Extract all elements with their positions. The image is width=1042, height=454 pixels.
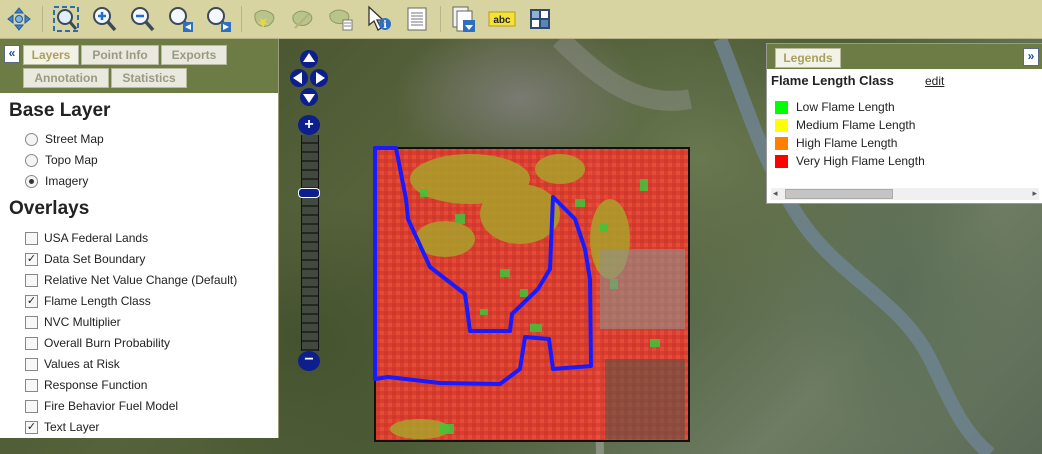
overlay-checkbox[interactable] bbox=[25, 399, 38, 413]
overlay-checkbox[interactable] bbox=[25, 336, 38, 350]
overlay-label: Data Set Boundary bbox=[44, 252, 146, 266]
overlay-checkbox[interactable] bbox=[25, 315, 38, 329]
zoom-handle[interactable] bbox=[298, 188, 320, 198]
pan-up-button bbox=[300, 50, 318, 68]
overlay-item[interactable]: NVC Multiplier bbox=[25, 315, 121, 329]
legend-swatch bbox=[775, 136, 788, 150]
overlay-item[interactable]: USA Federal Lands bbox=[25, 231, 148, 245]
pan-left-button bbox=[290, 69, 308, 87]
radio-street-map[interactable] bbox=[25, 132, 38, 146]
pan-right-button bbox=[310, 69, 328, 87]
overlay-label: NVC Multiplier bbox=[44, 315, 121, 329]
left-panel: « Layers Point Info Exports Annotation S… bbox=[0, 39, 279, 438]
overlay-checkbox[interactable]: ✓ bbox=[25, 294, 38, 308]
overlay-item[interactable]: ✓ Flame Length Class bbox=[25, 294, 151, 308]
base-layer-imagery[interactable]: Imagery bbox=[25, 174, 88, 188]
tab-exports[interactable]: Exports bbox=[161, 45, 227, 65]
legend-label: Very High Flame Length bbox=[796, 154, 925, 168]
overlay-label: USA Federal Lands bbox=[44, 231, 149, 245]
legend-item: Medium Flame Length bbox=[775, 118, 915, 132]
overlay-label: Relative Net Value Change (Default) bbox=[44, 273, 238, 287]
attribute-table-icon[interactable] bbox=[402, 4, 432, 34]
zoom-track[interactable] bbox=[301, 135, 319, 351]
edit-polygon-icon[interactable] bbox=[288, 4, 318, 34]
legend-swatch bbox=[775, 100, 788, 114]
legend-item: High Flame Length bbox=[775, 136, 897, 150]
draw-polygon-icon[interactable] bbox=[250, 4, 280, 34]
zoom-extent-icon[interactable] bbox=[51, 4, 81, 34]
zoom-out-button[interactable]: − bbox=[298, 351, 320, 371]
overlay-label: Response Function bbox=[44, 378, 148, 392]
tab-statistics[interactable]: Statistics bbox=[111, 68, 187, 88]
radio-imagery[interactable] bbox=[25, 174, 38, 188]
label-badge-text: abc bbox=[493, 15, 511, 26]
zoom-in-button[interactable]: + bbox=[298, 115, 320, 135]
overlay-item[interactable]: Relative Net Value Change (Default) bbox=[25, 273, 237, 287]
overlay-item[interactable]: Fire Behavior Fuel Model bbox=[25, 399, 178, 413]
identify-icon[interactable]: i bbox=[364, 4, 394, 34]
pan-down-button bbox=[300, 88, 318, 106]
tab-legends[interactable]: Legends bbox=[775, 48, 841, 68]
legend-scroll-thumb[interactable] bbox=[785, 189, 893, 199]
legend-item: Low Flame Length bbox=[775, 100, 895, 114]
legend-label: High Flame Length bbox=[796, 136, 898, 150]
expand-legend-button[interactable]: » bbox=[1023, 48, 1039, 66]
overlay-checkbox[interactable] bbox=[25, 357, 38, 371]
overlay-label: Fire Behavior Fuel Model bbox=[44, 399, 179, 413]
base-layer-topo-map[interactable]: Topo Map bbox=[25, 153, 98, 167]
option-label: Imagery bbox=[45, 174, 89, 188]
overlay-item[interactable]: Values at Risk bbox=[25, 357, 120, 371]
overlay-label: Values at Risk bbox=[44, 357, 120, 371]
base-layer-heading: Base Layer bbox=[9, 100, 111, 121]
overlay-item[interactable]: Overall Burn Probability bbox=[25, 336, 170, 350]
zoom-previous-icon[interactable] bbox=[165, 4, 195, 34]
legend-grid-icon[interactable] bbox=[525, 4, 555, 34]
legend-item: Very High Flame Length bbox=[775, 154, 925, 168]
legend-swatch bbox=[775, 154, 788, 168]
overlay-label: Text Layer bbox=[44, 420, 100, 434]
legend-label: Medium Flame Length bbox=[796, 118, 916, 132]
panel-tabbar: « Layers Point Info Exports Annotation S… bbox=[0, 39, 278, 93]
svg-text:i: i bbox=[383, 20, 387, 31]
polygon-table-icon[interactable] bbox=[326, 4, 356, 34]
legend-edit-link[interactable]: edit bbox=[925, 74, 944, 88]
legend-swatch bbox=[775, 118, 788, 132]
legend-hscrollbar[interactable]: ◂ ▸ bbox=[771, 188, 1039, 200]
overlay-item[interactable]: ✓ Text Layer bbox=[25, 420, 99, 434]
tab-layers[interactable]: Layers bbox=[23, 45, 79, 65]
zoom-next-icon[interactable] bbox=[203, 4, 233, 34]
overlay-item[interactable]: ✓ Data Set Boundary bbox=[25, 252, 145, 266]
option-label: Topo Map bbox=[45, 153, 98, 167]
scroll-right-arrow[interactable]: ▸ bbox=[1032, 188, 1037, 199]
overlay-checkbox[interactable] bbox=[25, 231, 38, 245]
option-label: Street Map bbox=[45, 132, 104, 146]
overlay-checkbox[interactable]: ✓ bbox=[25, 252, 38, 266]
tab-point-info[interactable]: Point Info bbox=[81, 45, 159, 65]
map-navigation bbox=[288, 49, 332, 114]
overlay-label: Overall Burn Probability bbox=[44, 336, 171, 350]
overlay-checkbox[interactable]: ✓ bbox=[25, 420, 38, 434]
pan-icon[interactable] bbox=[4, 4, 34, 34]
overlays-heading: Overlays bbox=[9, 198, 90, 219]
base-layer-street-map[interactable]: Street Map bbox=[25, 132, 104, 146]
legend-label: Low Flame Length bbox=[796, 100, 895, 114]
overlay-checkbox[interactable] bbox=[25, 378, 38, 392]
zoom-out-icon[interactable] bbox=[127, 4, 157, 34]
legend-title: Flame Length Class bbox=[771, 73, 894, 88]
overlay-item[interactable]: Response Function bbox=[25, 378, 147, 392]
toolbar: i abc bbox=[0, 0, 1042, 39]
legend-tabbar: Legends » bbox=[767, 44, 1042, 69]
radio-topo-map[interactable] bbox=[25, 153, 38, 167]
zoom-slider[interactable]: + − bbox=[298, 115, 320, 371]
zoom-in-icon[interactable] bbox=[89, 4, 119, 34]
overlay-label: Flame Length Class bbox=[44, 294, 151, 308]
tab-annotation[interactable]: Annotation bbox=[23, 68, 109, 88]
legend-panel: Legends » Flame Length Class edit Low Fl… bbox=[766, 43, 1042, 204]
overlay-checkbox[interactable] bbox=[25, 273, 38, 287]
scroll-left-arrow[interactable]: ◂ bbox=[773, 188, 778, 199]
collapse-panel-button[interactable]: « bbox=[4, 45, 20, 63]
label-icon[interactable]: abc bbox=[487, 4, 517, 34]
export-icon[interactable] bbox=[449, 4, 479, 34]
